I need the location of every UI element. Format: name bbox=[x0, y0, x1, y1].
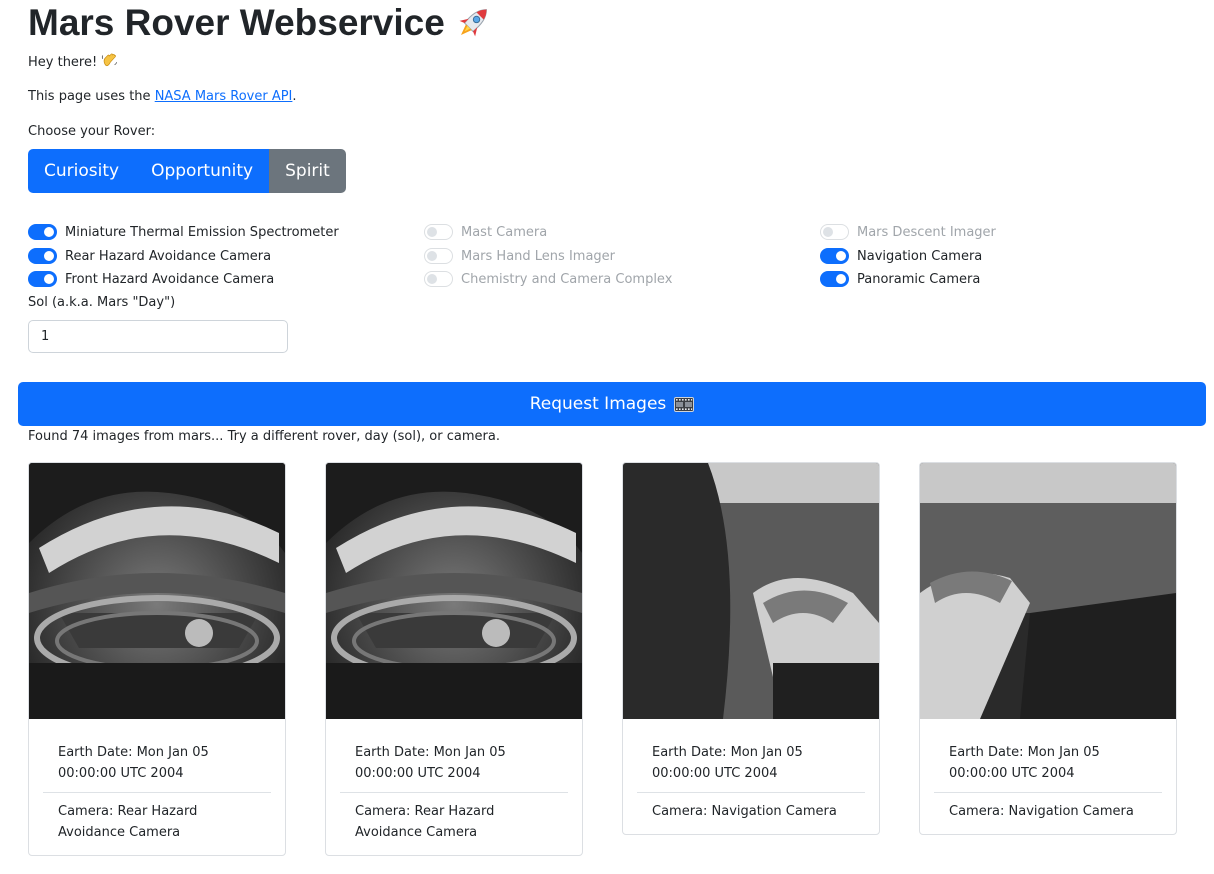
greeting: Hey there! bbox=[28, 52, 118, 72]
camera-switch-fhaz[interactable]: Front Hazard Avoidance Camera bbox=[28, 270, 274, 288]
camera-switch-mahli: Mars Hand Lens Imager bbox=[424, 247, 615, 265]
api-info-suffix: . bbox=[292, 89, 297, 104]
rover-photo[interactable] bbox=[326, 463, 582, 719]
rover-button-opportunity[interactable]: Opportunity bbox=[135, 149, 270, 193]
divider bbox=[340, 792, 568, 793]
divider bbox=[637, 792, 865, 793]
rover-selector: Curiosity Opportunity Spirit bbox=[28, 149, 346, 193]
api-info-prefix: This page uses the bbox=[28, 89, 155, 104]
photo-camera: Camera: Rear Hazard Avoidance Camera bbox=[355, 804, 495, 840]
photo-card: Earth Date: Mon Jan 05 00:00:00 UTC 2004… bbox=[622, 462, 880, 835]
photo-camera: Camera: Rear Hazard Avoidance Camera bbox=[58, 804, 198, 840]
camera-switch-minites[interactable]: Miniature Thermal Emission Spectrometer bbox=[28, 223, 339, 241]
camera-switch-label: Chemistry and Camera Complex bbox=[461, 271, 673, 287]
photo-camera: Camera: Navigation Camera bbox=[949, 804, 1134, 819]
camera-switch-label: Front Hazard Avoidance Camera bbox=[65, 271, 275, 287]
toggle-switch[interactable] bbox=[28, 224, 57, 240]
camera-switch-chemcam: Chemistry and Camera Complex bbox=[424, 270, 672, 288]
rover-photo[interactable] bbox=[29, 463, 285, 719]
nasa-api-link[interactable]: NASA Mars Rover API bbox=[155, 89, 293, 104]
toggle-switch[interactable] bbox=[820, 248, 849, 264]
toggle-switch bbox=[424, 224, 453, 240]
rocket-icon bbox=[459, 9, 487, 37]
camera-switch-label: Rear Hazard Avoidance Camera bbox=[65, 248, 272, 264]
camera-switch-mardi: Mars Descent Imager bbox=[820, 223, 996, 241]
greeting-text: Hey there! bbox=[28, 55, 98, 70]
rover-button-curiosity[interactable]: Curiosity bbox=[28, 149, 136, 193]
camera-switch-label: Mars Descent Imager bbox=[857, 224, 996, 240]
rover-photo[interactable] bbox=[920, 463, 1176, 719]
toggle-switch[interactable] bbox=[28, 248, 57, 264]
toggle-switch bbox=[424, 248, 453, 264]
photo-earth-date: Earth Date: Mon Jan 05 00:00:00 UTC 2004 bbox=[652, 745, 803, 781]
camera-switch-pancam[interactable]: Panoramic Camera bbox=[820, 270, 980, 288]
rover-button-spirit[interactable]: Spirit bbox=[269, 149, 346, 193]
request-images-label: Request Images bbox=[529, 394, 667, 414]
waving-hand-icon bbox=[102, 53, 118, 67]
page-title: Mars Rover Webservice bbox=[28, 1, 495, 45]
results-status: Found 74 images from mars... Try a diffe… bbox=[28, 429, 500, 444]
camera-switch-label: Panoramic Camera bbox=[857, 271, 981, 287]
rover-prompt: Choose your Rover: bbox=[28, 124, 156, 139]
photo-earth-date: Earth Date: Mon Jan 05 00:00:00 UTC 2004 bbox=[355, 745, 506, 781]
photo-card: Earth Date: Mon Jan 05 00:00:00 UTC 2004… bbox=[325, 462, 583, 856]
photo-earth-date: Earth Date: Mon Jan 05 00:00:00 UTC 2004 bbox=[949, 745, 1100, 781]
photo-card: Earth Date: Mon Jan 05 00:00:00 UTC 2004… bbox=[28, 462, 286, 856]
photo-card: Earth Date: Mon Jan 05 00:00:00 UTC 2004… bbox=[919, 462, 1177, 835]
camera-switch-navcam[interactable]: Navigation Camera bbox=[820, 247, 982, 265]
sol-label: Sol (a.k.a. Mars "Day") bbox=[28, 295, 176, 310]
camera-switch-label: Navigation Camera bbox=[857, 248, 983, 264]
page-title-text: Mars Rover Webservice bbox=[28, 2, 445, 43]
camera-switch-mast: Mast Camera bbox=[424, 223, 547, 241]
toggle-switch[interactable] bbox=[820, 271, 849, 287]
photo-earth-date: Earth Date: Mon Jan 05 00:00:00 UTC 2004 bbox=[58, 745, 209, 781]
camera-switch-label: Miniature Thermal Emission Spectrometer bbox=[65, 224, 339, 240]
request-images-button[interactable]: Request Images bbox=[18, 382, 1206, 426]
api-info: This page uses the NASA Mars Rover API. bbox=[28, 88, 297, 106]
divider bbox=[934, 792, 1162, 793]
toggle-switch bbox=[820, 224, 849, 240]
camera-switch-label: Mast Camera bbox=[461, 224, 548, 240]
rover-photo[interactable] bbox=[623, 463, 879, 719]
film-frames-icon bbox=[674, 396, 695, 412]
camera-switch-rhaz[interactable]: Rear Hazard Avoidance Camera bbox=[28, 247, 271, 265]
photo-camera: Camera: Navigation Camera bbox=[652, 804, 837, 819]
sol-input[interactable] bbox=[28, 320, 288, 353]
toggle-switch bbox=[424, 271, 453, 287]
divider bbox=[43, 792, 271, 793]
toggle-switch[interactable] bbox=[28, 271, 57, 287]
camera-switch-label: Mars Hand Lens Imager bbox=[461, 248, 616, 264]
